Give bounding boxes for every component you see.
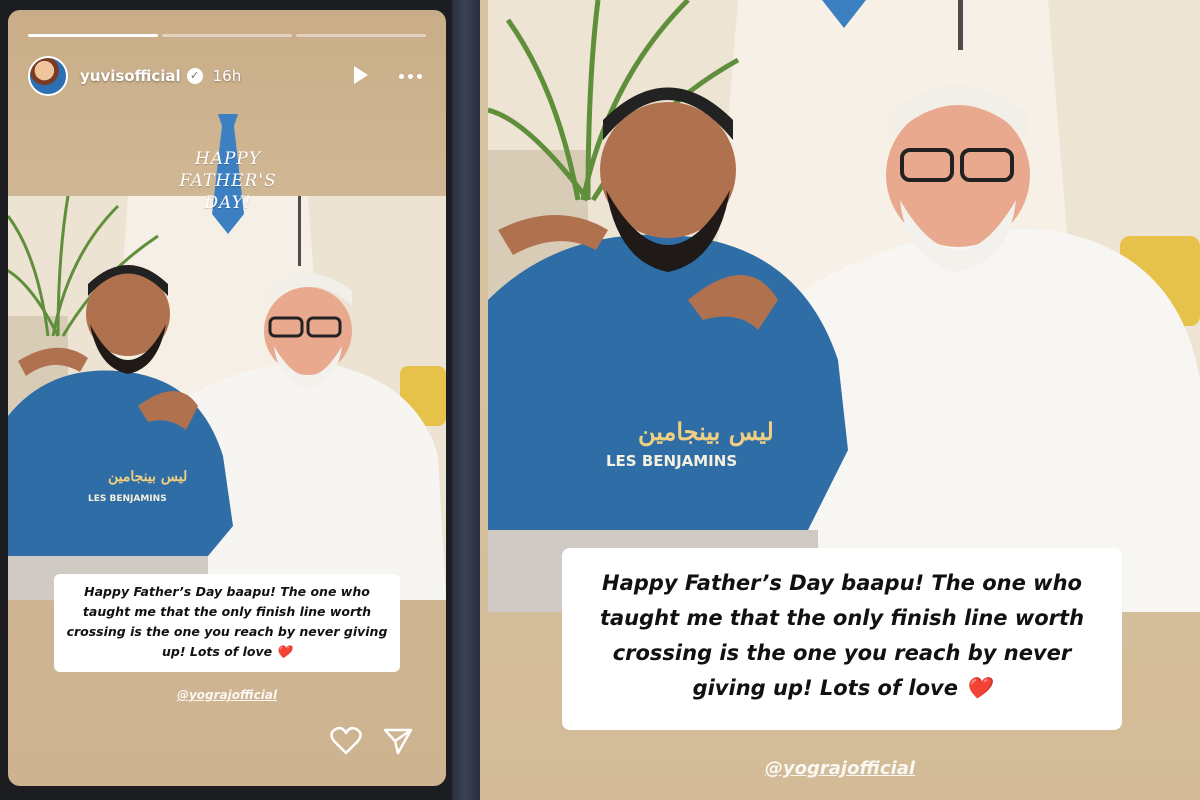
mention-tag[interactable]: @yograjofficial bbox=[8, 688, 446, 702]
progress-segment bbox=[28, 34, 158, 37]
heart-icon[interactable] bbox=[330, 726, 362, 756]
story-photo-zoomed: ليس بينجامين LES BENJAMINS bbox=[488, 0, 1200, 612]
username[interactable]: yuvisofficial bbox=[80, 67, 181, 85]
svg-text:ليس بينجامين: ليس بينجامين bbox=[108, 469, 187, 485]
left-story-frame: ليس بينجامين LES BENJAMINS yuvisofficial… bbox=[0, 0, 452, 800]
more-icon[interactable] bbox=[399, 74, 422, 79]
progress-segment bbox=[162, 34, 292, 37]
fathers-day-sticker: HAPPY FATHER'S DAY! bbox=[168, 114, 288, 244]
avatar[interactable] bbox=[28, 56, 68, 96]
father-son-photo-zoomed: ليس بينجامين LES BENJAMINS bbox=[488, 0, 1200, 612]
progress-segment bbox=[296, 34, 426, 37]
svg-text:ليس بينجامين: ليس بينجامين bbox=[638, 417, 774, 447]
tie-icon bbox=[822, 0, 866, 28]
sticker-line: HAPPY bbox=[194, 149, 262, 169]
story-header: yuvisofficial ✓ 16h bbox=[28, 56, 428, 96]
sticker-line: DAY! bbox=[204, 193, 252, 213]
father-son-photo: ليس بينجامين LES BENJAMINS bbox=[8, 196, 446, 600]
sticker-line: FATHER'S bbox=[179, 171, 277, 191]
mention-tag-zoomed[interactable]: @yograjofficial bbox=[480, 758, 1200, 779]
timestamp: 16h bbox=[212, 67, 242, 85]
story-caption-zoomed: Happy Father’s Day baapu! The one who ta… bbox=[562, 548, 1122, 730]
verified-badge-icon: ✓ bbox=[186, 68, 203, 84]
svg-text:LES BENJAMINS: LES BENJAMINS bbox=[88, 494, 167, 504]
svg-text:LES BENJAMINS: LES BENJAMINS bbox=[606, 452, 737, 470]
send-icon[interactable] bbox=[382, 726, 414, 756]
story-progress-bar bbox=[28, 34, 426, 37]
instagram-story: ليس بينجامين LES BENJAMINS yuvisofficial… bbox=[8, 10, 446, 786]
story-photo: ليس بينجامين LES BENJAMINS bbox=[8, 196, 446, 600]
zoomed-story-panel: ليس بينجامين LES BENJAMINS Happy Father’… bbox=[480, 0, 1200, 800]
panel-divider bbox=[452, 0, 480, 800]
story-caption: Happy Father’s Day baapu! The one who ta… bbox=[54, 574, 400, 672]
play-icon[interactable] bbox=[354, 66, 368, 84]
fathers-day-text: HAPPY FATHER'S DAY! bbox=[168, 148, 288, 214]
